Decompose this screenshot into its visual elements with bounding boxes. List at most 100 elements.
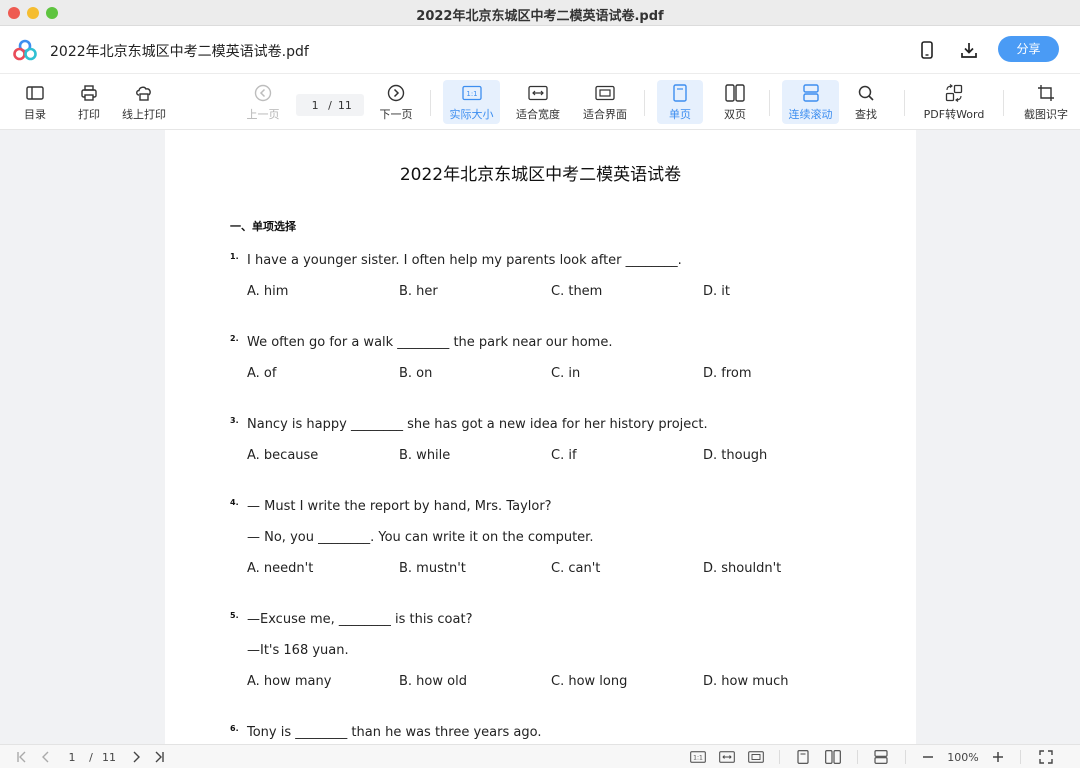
answer-option: B. her [399, 284, 438, 299]
question-text: I have a younger sister. I often help my… [247, 253, 682, 268]
actual-size-icon-text: 1:1 [466, 90, 477, 98]
ocr-button[interactable]: 截图识字 [1018, 80, 1074, 124]
zoom-in-icon[interactable] [990, 749, 1006, 765]
next-page-button[interactable]: 下一页 [375, 80, 417, 124]
sidebar-icon [25, 83, 45, 103]
toolbar-divider [644, 90, 645, 116]
answer-option: A. of [247, 366, 277, 381]
next-page-icon[interactable] [128, 749, 144, 765]
continuous-mini-icon[interactable] [872, 749, 890, 765]
app-logo-icon [13, 39, 37, 61]
share-button[interactable]: 分享 [998, 36, 1059, 62]
crop-icon [1036, 83, 1056, 103]
answer-option: D. though [703, 448, 768, 463]
answer-option: A. him [247, 284, 289, 299]
fit-width-icon [528, 83, 548, 103]
answer-option: C. them [551, 284, 603, 299]
zoom-level[interactable]: 100% [944, 749, 982, 765]
prev-page-button[interactable]: 上一页 [242, 80, 284, 124]
answer-option: B. on [399, 366, 433, 381]
answer-option: A. needn't [247, 561, 314, 576]
double-page-mini-icon[interactable] [823, 749, 843, 765]
zoom-out-icon[interactable] [920, 749, 936, 765]
single-page-label: 单页 [669, 108, 691, 121]
first-page-icon[interactable] [14, 749, 30, 765]
window-title: 2022年北京东城区中考二模英语试卷.pdf [416, 9, 664, 24]
question-text: Tony is ________ than he was three years… [247, 725, 542, 740]
actual-size-mini-icon[interactable]: 1:1 [688, 749, 708, 765]
find-label: 查找 [855, 108, 877, 121]
total-pages: 11 [337, 98, 352, 112]
fit-page-mini-icon[interactable] [746, 749, 766, 765]
answer-option: C. can't [551, 561, 601, 576]
actual-size-button[interactable]: 1:1 实际大小 [443, 80, 500, 124]
double-page-label: 双页 [724, 108, 746, 121]
chevron-right-circle-icon [386, 83, 406, 103]
continuous-scroll-button[interactable]: 连续滚动 [782, 80, 839, 124]
document-name: 2022年北京东城区中考二模英语试卷.pdf [50, 44, 309, 60]
pdf-to-word-button[interactable]: PDF转Word [918, 80, 990, 124]
toolbar-divider [1003, 90, 1004, 116]
toolbar-divider [904, 90, 905, 116]
status-page-separator: / [89, 750, 93, 764]
status-bar: 1 / 11 1:1 100% [0, 744, 1080, 768]
answer-option: C. how long [551, 674, 628, 689]
next-page-label: 下一页 [379, 108, 413, 121]
fullscreen-icon[interactable] [1037, 749, 1055, 765]
answer-option: C. in [551, 366, 581, 381]
question-text: We often go for a walk ________ the park… [247, 335, 613, 350]
question-number: 4. [230, 498, 239, 507]
mobile-view-icon[interactable] [915, 38, 939, 62]
print-button[interactable]: 打印 [68, 80, 110, 124]
answer-option: D. from [703, 366, 752, 381]
chevron-left-circle-icon [253, 83, 273, 103]
answer-option: B. mustn't [399, 561, 466, 576]
document-viewer[interactable]: 2022年北京东城区中考二模英语试卷 一、单项选择 1. I have a you… [0, 130, 1080, 744]
find-button[interactable]: 查找 [846, 80, 886, 124]
single-page-mini-icon[interactable] [794, 749, 812, 765]
current-page-input[interactable]: 1 [306, 99, 324, 112]
ocr-label: 截图识字 [1024, 108, 1068, 121]
toc-button[interactable]: 目录 [14, 80, 56, 124]
question-text: —It's 168 yuan. [247, 643, 349, 658]
download-icon[interactable] [957, 38, 981, 62]
answer-option: D. how much [703, 674, 789, 689]
online-print-button[interactable]: 线上打印 [118, 80, 170, 124]
fit-page-button[interactable]: 适合界面 [577, 80, 633, 124]
window-titlebar: 2022年北京东城区中考二模英语试卷.pdf [0, 0, 1080, 26]
answer-option: C. if [551, 448, 577, 463]
online-print-label: 线上打印 [122, 108, 166, 121]
question-text: Nancy is happy ________ she has got a ne… [247, 417, 708, 432]
cloud-print-icon [134, 83, 154, 103]
answer-option: A. because [247, 448, 319, 463]
fit-width-button[interactable]: 适合宽度 [510, 80, 566, 124]
fit-width-mini-icon[interactable] [717, 749, 737, 765]
toolbar-divider [430, 90, 431, 116]
answer-option: D. shouldn't [703, 561, 782, 576]
toolbar-divider [769, 90, 770, 116]
question-text: — Must I write the report by hand, Mrs. … [247, 499, 552, 514]
page-number-box[interactable]: 1 / 11 [296, 94, 364, 116]
app-header: 2022年北京东城区中考二模英语试卷.pdf 分享 [0, 26, 1080, 74]
single-page-button[interactable]: 单页 [657, 80, 703, 124]
answer-option: B. while [399, 448, 451, 463]
question-number: 6. [230, 724, 239, 733]
question-text: —Excuse me, ________ is this coat? [247, 612, 473, 627]
double-page-button[interactable]: 双页 [712, 80, 758, 124]
search-icon [856, 83, 876, 103]
question-text: — No, you ________. You can write it on … [247, 530, 594, 545]
section-title: 一、单项选择 [230, 220, 296, 233]
prev-page-icon[interactable] [38, 749, 54, 765]
continuous-scroll-icon [801, 83, 821, 103]
question-number: 1. [230, 252, 239, 261]
fit-page-icon [595, 83, 615, 103]
page-separator: / [328, 98, 332, 112]
prev-page-label: 上一页 [246, 108, 280, 121]
answer-option: A. how many [247, 674, 332, 689]
question-number: 2. [230, 334, 239, 343]
last-page-icon[interactable] [150, 749, 168, 765]
document-title: 2022年北京东城区中考二模英语试卷 [399, 165, 682, 185]
printer-icon [79, 83, 99, 103]
status-current-page[interactable]: 1 [64, 749, 80, 765]
continuous-scroll-label: 连续滚动 [788, 108, 833, 121]
